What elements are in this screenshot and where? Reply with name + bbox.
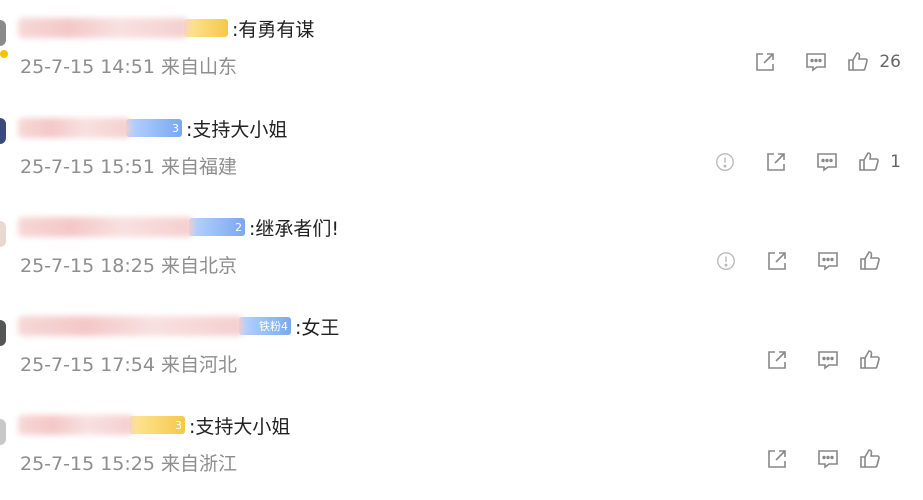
comment-text: :有勇有谋	[232, 18, 315, 41]
comment-button[interactable]	[801, 144, 852, 180]
comment-icon	[817, 351, 838, 370]
comment-button[interactable]	[802, 441, 853, 477]
comment-meta: 25-7-15 14:51 来自山东	[20, 56, 237, 78]
comment-meta: 25-7-15 17:54 来自河北	[20, 354, 237, 376]
like-icon	[860, 251, 880, 270]
report-icon	[716, 252, 735, 270]
share-icon	[767, 450, 786, 468]
comment-actions: 26	[739, 42, 923, 82]
like-button[interactable]	[853, 243, 923, 279]
avatar[interactable]	[0, 20, 6, 46]
share-icon	[767, 252, 786, 270]
share-button[interactable]	[751, 243, 802, 279]
comment-button[interactable]	[802, 243, 853, 279]
comment-item: :有勇有谋 25-7-15 14:51 来自山东 26	[0, 0, 923, 95]
fan-badge: 2	[189, 218, 245, 236]
comment-text: :支持大小姐	[186, 118, 288, 141]
comment-header: 铁粉4 :女王	[18, 312, 339, 340]
share-button[interactable]	[751, 342, 802, 378]
comment-icon	[816, 153, 837, 172]
comment-actions	[751, 439, 923, 479]
like-button[interactable]	[853, 441, 923, 477]
report-button[interactable]	[699, 144, 750, 180]
like-icon	[848, 52, 869, 71]
comment-text: :女王	[295, 316, 340, 339]
comment-text: :支持大小姐	[189, 415, 291, 438]
avatar[interactable]	[0, 221, 6, 247]
comment-header: :有勇有谋	[18, 14, 314, 42]
verified-badge-icon	[0, 50, 8, 58]
report-button[interactable]	[700, 243, 751, 279]
share-button[interactable]	[739, 44, 790, 80]
comment-meta: 25-7-15 15:25 来自浙江	[20, 453, 237, 475]
blurred-username[interactable]	[18, 316, 243, 336]
fan-badge: 3	[129, 416, 185, 434]
comment-actions	[751, 340, 923, 380]
like-count: 26	[879, 52, 901, 72]
comment-item: 3 :支持大小姐 25-7-15 15:25 来自浙江	[0, 397, 923, 492]
blurred-username[interactable]	[18, 18, 188, 38]
avatar[interactable]	[0, 419, 6, 445]
fan-badge	[184, 19, 228, 37]
share-button[interactable]	[750, 144, 801, 180]
like-button[interactable]: 26	[841, 44, 923, 80]
like-icon	[860, 449, 880, 468]
comment-header: 3 :支持大小姐	[18, 411, 290, 439]
avatar[interactable]	[0, 118, 6, 144]
comment-meta: 25-7-15 15:51 来自福建	[20, 156, 237, 178]
like-count: 1	[890, 152, 901, 172]
comment-icon	[806, 53, 826, 72]
comment-meta: 25-7-15 18:25 来自北京	[20, 255, 237, 277]
comment-icon	[817, 450, 838, 469]
share-button[interactable]	[751, 441, 802, 477]
blurred-username[interactable]	[18, 118, 130, 138]
comment-button[interactable]	[802, 342, 853, 378]
comment-header: 3 :支持大小姐	[18, 114, 287, 142]
like-icon	[860, 350, 880, 369]
avatar[interactable]	[0, 320, 6, 346]
share-icon	[756, 53, 774, 71]
share-icon	[766, 153, 785, 171]
comment-item: 2 :继承者们! 25-7-15 18:25 来自北京	[0, 199, 923, 294]
comment-actions: 1	[699, 142, 923, 182]
like-button[interactable]: 1	[852, 144, 923, 180]
fan-badge: 3	[126, 119, 182, 137]
like-icon	[859, 152, 880, 171]
comment-text: :继承者们!	[249, 217, 340, 240]
share-icon	[767, 351, 786, 369]
report-icon	[715, 153, 734, 171]
blurred-username[interactable]	[18, 415, 133, 435]
comment-header: 2 :继承者们!	[18, 213, 339, 241]
blurred-username[interactable]	[18, 217, 193, 237]
comment-icon	[817, 252, 838, 271]
fan-badge: 铁粉4	[239, 317, 291, 335]
comment-item: 铁粉4 :女王 25-7-15 17:54 来自河北	[0, 298, 923, 393]
comment-button[interactable]	[790, 44, 841, 80]
comment-item: 3 :支持大小姐 25-7-15 15:51 来自福建 1	[0, 100, 923, 195]
like-button[interactable]	[853, 342, 923, 378]
comment-actions	[700, 241, 923, 281]
